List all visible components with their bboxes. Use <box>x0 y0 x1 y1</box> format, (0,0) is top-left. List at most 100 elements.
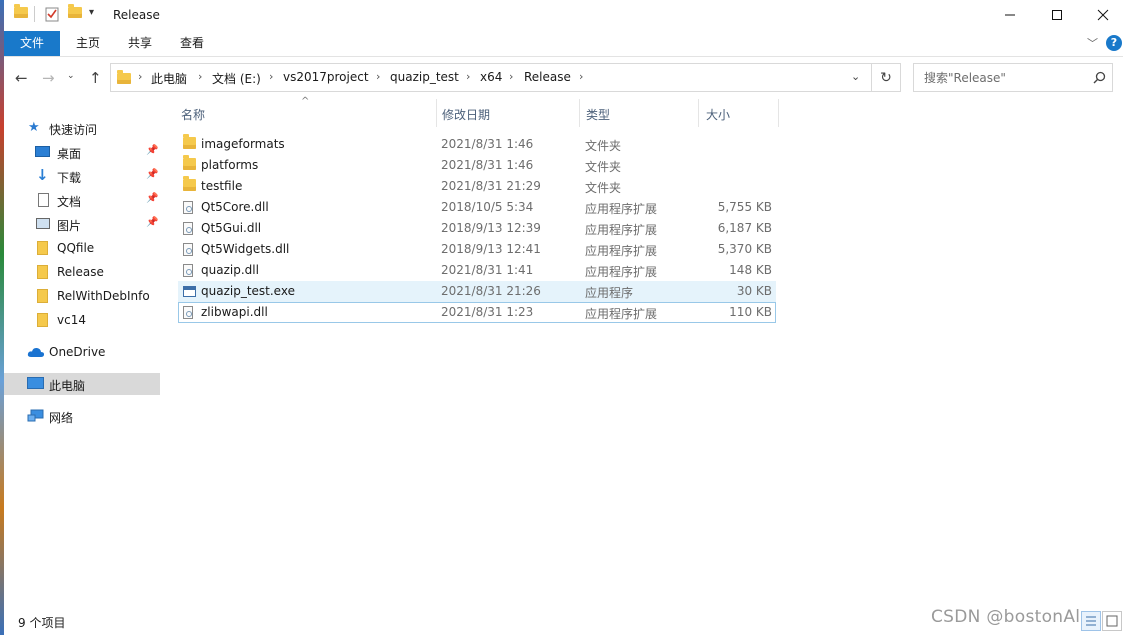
file-name: platforms <box>201 158 259 172</box>
file-date: 2021/8/31 1:46 <box>441 137 534 151</box>
file-row-testfile[interactable]: testfile 2021/8/31 21:29 文件夹 <box>178 176 776 197</box>
help-icon[interactable]: ? <box>1106 35 1122 51</box>
dll-file-icon <box>183 264 193 277</box>
file-type: 应用程序扩展 <box>585 202 658 216</box>
forward-button[interactable]: → <box>42 69 55 87</box>
nav-item-relwithdebinfo[interactable]: RelWithDebInfo <box>4 285 160 307</box>
nav-this-pc[interactable]: 此电脑 <box>4 373 160 395</box>
file-row-platforms[interactable]: platforms 2021/8/31 1:46 文件夹 <box>178 155 776 176</box>
minimize-button[interactable] <box>987 0 1033 30</box>
search-input[interactable] <box>922 70 1086 86</box>
download-icon: ↓ <box>36 166 49 184</box>
nav-item-downloads[interactable]: ↓ 下载 📌 <box>4 165 160 187</box>
back-button[interactable]: ← <box>15 69 28 87</box>
navigation-bar: ← → ⌄ ↑ › 此电脑 › 文档 (E:) › vs2017project … <box>4 60 1123 96</box>
computer-icon <box>27 377 44 389</box>
chevron-right-icon: › <box>466 70 471 83</box>
network-icon <box>27 409 44 422</box>
nav-item-vc14[interactable]: vc14 <box>4 309 160 331</box>
window-title: Release <box>113 8 160 22</box>
close-button[interactable] <box>1080 0 1123 30</box>
ribbon-tabs: 文件 主页 共享 查看 ﹀ ? <box>4 31 1123 57</box>
nav-item-label: 下载 <box>57 171 82 185</box>
file-row-imageformats[interactable]: imageformats 2021/8/31 1:46 文件夹 <box>178 134 776 155</box>
nav-item-documents[interactable]: 文档 📌 <box>4 189 160 211</box>
file-row-quazip-test-exe[interactable]: quazip_test.exe 2021/8/31 21:26 应用程序 30 … <box>178 281 776 302</box>
large-icons-view-button[interactable] <box>1102 611 1122 631</box>
nav-item-pictures[interactable]: 图片 📌 <box>4 213 160 235</box>
search-box[interactable] <box>913 63 1113 92</box>
nav-onedrive-label: OneDrive <box>49 345 106 359</box>
column-divider[interactable] <box>579 99 580 127</box>
address-dropdown-icon[interactable]: ⌄ <box>851 70 860 83</box>
column-divider[interactable] <box>436 99 437 127</box>
column-divider[interactable] <box>698 99 699 127</box>
file-date: 2018/9/13 12:41 <box>441 242 541 256</box>
pin-icon[interactable]: 📌 <box>146 169 158 180</box>
nav-item-qqfile[interactable]: QQfile <box>4 237 160 259</box>
nav-quick-access-label: 快速访问 <box>49 123 98 137</box>
column-header-type[interactable]: 类型 <box>586 106 610 123</box>
nav-item-release[interactable]: Release <box>4 261 160 283</box>
maximize-button[interactable] <box>1034 0 1080 30</box>
customize-quick-access-icon[interactable]: ▾ <box>89 7 94 18</box>
file-name: testfile <box>201 179 243 193</box>
nav-onedrive[interactable]: OneDrive <box>4 341 160 363</box>
nav-network[interactable]: 网络 <box>4 405 160 427</box>
file-name: quazip_test.exe <box>201 284 295 298</box>
chevron-right-icon: › <box>198 70 203 83</box>
address-bar[interactable]: › 此电脑 › 文档 (E:) › vs2017project › quazip… <box>110 63 872 92</box>
file-size: 30 KB <box>736 284 772 298</box>
nav-item-label: Release <box>57 265 104 279</box>
expand-ribbon-icon[interactable]: ﹀ <box>1087 35 1098 51</box>
refresh-button[interactable]: ↻ <box>872 63 901 92</box>
file-row-qt5widgets[interactable]: Qt5Widgets.dll 2018/9/13 12:41 应用程序扩展 5,… <box>178 239 776 260</box>
file-name: Qt5Gui.dll <box>201 221 262 235</box>
breadcrumb-quazip-test[interactable]: quazip_test <box>390 70 459 84</box>
navigation-pane: ★ 快速访问 桌面 📌 ↓ 下载 📌 文档 📌 图片 📌 QQfile Rele… <box>4 99 162 604</box>
details-view-button[interactable] <box>1081 611 1101 631</box>
breadcrumb-vs2017project[interactable]: vs2017project <box>283 70 369 84</box>
pin-icon[interactable]: 📌 <box>146 217 158 228</box>
folder-icon <box>14 4 28 18</box>
up-button[interactable]: ↑ <box>89 69 102 87</box>
nav-quick-access[interactable]: ★ 快速访问 <box>4 117 160 139</box>
file-row-qt5gui[interactable]: Qt5Gui.dll 2018/9/13 12:39 应用程序扩展 6,187 … <box>178 218 776 239</box>
breadcrumb-this-pc[interactable]: 此电脑 <box>151 70 187 87</box>
search-icon[interactable] <box>1093 71 1106 84</box>
pin-icon[interactable]: 📌 <box>146 193 158 204</box>
divider <box>34 6 35 22</box>
dll-file-icon <box>183 201 193 214</box>
tab-share[interactable]: 共享 <box>114 31 166 56</box>
breadcrumb-drive-e[interactable]: 文档 (E:) <box>212 70 261 87</box>
dll-file-icon <box>183 243 193 256</box>
tab-file[interactable]: 文件 <box>4 31 60 56</box>
pin-icon[interactable]: 📌 <box>146 145 158 156</box>
breadcrumb-x64[interactable]: x64 <box>480 70 502 84</box>
file-size: 5,755 KB <box>717 200 772 214</box>
column-header-date[interactable]: 修改日期 <box>442 106 490 123</box>
tab-home[interactable]: 主页 <box>62 31 114 56</box>
properties-icon[interactable] <box>45 6 59 25</box>
file-list: ^ 名称 修改日期 类型 大小 imageformats 2021/8/31 1… <box>170 96 1123 604</box>
file-row-zlibwapi[interactable]: zlibwapi.dll 2021/8/31 1:23 应用程序扩展 110 K… <box>178 302 776 323</box>
file-date: 2021/8/31 1:46 <box>441 158 534 172</box>
file-row-quazip-dll[interactable]: quazip.dll 2021/8/31 1:41 应用程序扩展 148 KB <box>178 260 776 281</box>
file-name: imageformats <box>201 137 285 151</box>
breadcrumb-release[interactable]: Release <box>524 70 571 84</box>
recent-locations-icon[interactable]: ⌄ <box>67 71 75 81</box>
chevron-right-icon: › <box>269 70 274 83</box>
nav-item-desktop[interactable]: 桌面 📌 <box>4 141 160 163</box>
title-bar: ▾ Release <box>4 0 1123 31</box>
file-type: 应用程序扩展 <box>585 223 658 237</box>
tab-view[interactable]: 查看 <box>166 31 218 56</box>
new-folder-icon[interactable] <box>68 4 82 18</box>
desktop-icon <box>35 146 50 157</box>
folder-icon <box>37 265 48 279</box>
column-header-name[interactable]: 名称 <box>181 106 205 123</box>
star-icon: ★ <box>28 120 40 135</box>
file-date: 2021/8/31 1:41 <box>441 263 534 277</box>
file-row-qt5core[interactable]: Qt5Core.dll 2018/10/5 5:34 应用程序扩展 5,755 … <box>178 197 776 218</box>
column-divider[interactable] <box>778 99 779 127</box>
column-header-size[interactable]: 大小 <box>706 106 730 123</box>
